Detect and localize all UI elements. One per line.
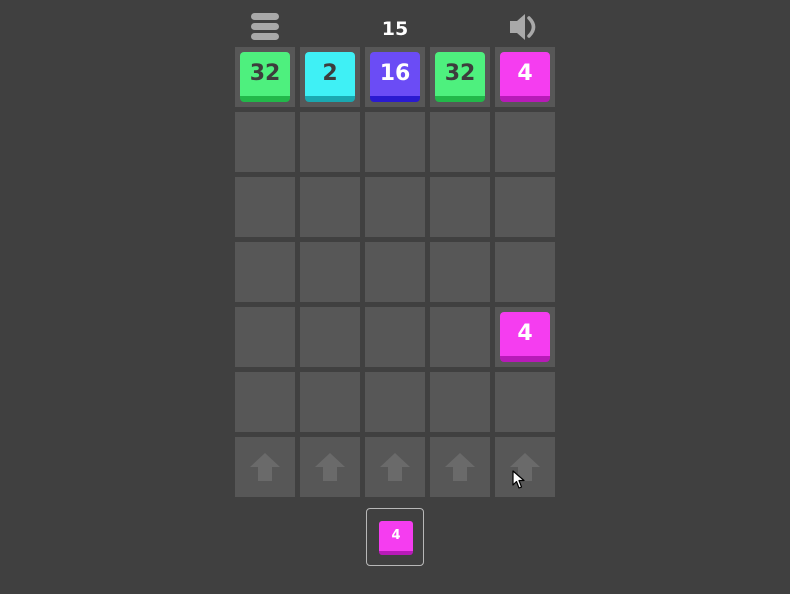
board-cell [365,112,425,172]
board-cell [300,372,360,432]
number-tile: 4 [500,52,550,102]
board-cell [365,372,425,432]
board-cell [365,242,425,302]
game-stage: 15 32 2 16 32 4 4 4 [0,0,790,594]
up-arrow-icon [445,453,475,481]
board-cell [235,307,295,367]
board-cell [495,177,555,237]
mouse-cursor-icon [512,470,525,489]
board-cell [300,112,360,172]
board-cell [235,372,295,432]
board-cell [235,112,295,172]
board-cell [365,177,425,237]
board-cell [430,112,490,172]
drop-column-1-button[interactable] [235,437,295,497]
board-cell [300,242,360,302]
next-tile: 4 [379,521,413,555]
board-cell [300,307,360,367]
board-cell [430,242,490,302]
board-cell [430,307,490,367]
board-cell [430,177,490,237]
board-cell [495,112,555,172]
up-arrow-icon [380,453,410,481]
board-cell [235,242,295,302]
next-tile-preview: 4 [366,508,424,566]
board-cell [495,372,555,432]
board-cell [495,242,555,302]
drop-column-2-button[interactable] [300,437,360,497]
drop-column-3-button[interactable] [365,437,425,497]
game-board: 32 2 16 32 4 4 [0,0,790,594]
number-tile: 32 [435,52,485,102]
board-cell [430,372,490,432]
number-tile: 2 [305,52,355,102]
up-arrow-icon [315,453,345,481]
board-cell [365,307,425,367]
board-cell [300,177,360,237]
number-tile: 4 [500,312,550,362]
number-tile: 16 [370,52,420,102]
board-cell [235,177,295,237]
drop-column-4-button[interactable] [430,437,490,497]
number-tile: 32 [240,52,290,102]
up-arrow-icon [250,453,280,481]
